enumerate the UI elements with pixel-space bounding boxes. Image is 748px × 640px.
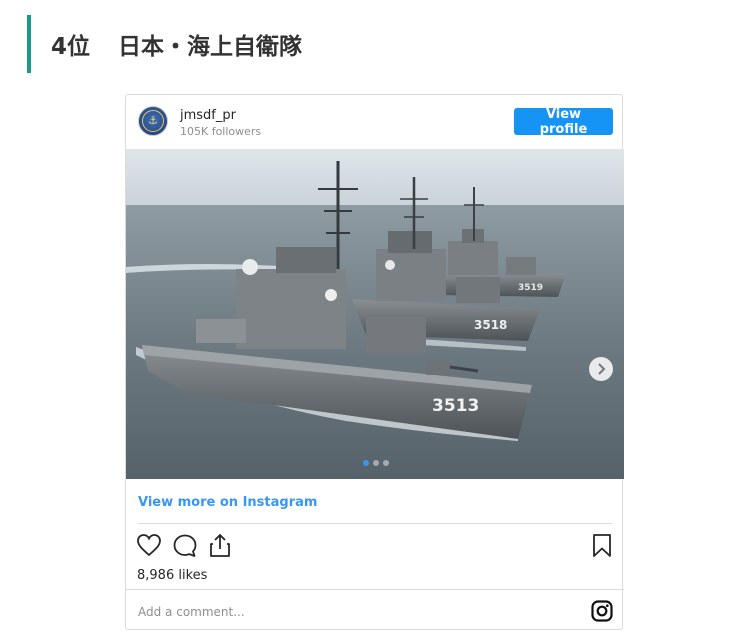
hull-number: 3518: [474, 318, 507, 332]
chevron-right-icon: [598, 363, 606, 375]
instagram-icon: [591, 600, 613, 622]
section-title: 日本・海上自衛隊: [118, 34, 303, 60]
follower-count: 105K followers: [180, 125, 262, 138]
view-more-link[interactable]: View more on Instagram: [138, 495, 317, 510]
bookmark-icon: [593, 534, 611, 557]
comment-button[interactable]: [172, 533, 198, 563]
divider: [138, 523, 612, 524]
carousel-dot: [363, 460, 369, 466]
carousel-next-button[interactable]: [589, 357, 613, 381]
embed-header: ⚓ jmsdf_pr 105K followers View profile: [126, 95, 622, 149]
like-count: 8,986 likes: [137, 568, 208, 583]
rank-label: 4位: [51, 34, 91, 60]
view-profile-button[interactable]: View profile: [514, 107, 613, 137]
divider: [126, 589, 624, 590]
post-photo[interactable]: 3519 3518 3513: [126, 149, 624, 479]
username[interactable]: jmsdf_pr: [180, 108, 236, 123]
instagram-logo-button[interactable]: [591, 600, 613, 626]
comment-icon: [173, 534, 197, 557]
carousel-dot: [373, 460, 379, 466]
comment-input[interactable]: [136, 601, 540, 623]
section-heading: 4位 日本・海上自衛隊: [27, 15, 302, 73]
warship-photo: 3519 3518 3513: [126, 149, 624, 479]
anchor-icon: ⚓: [148, 114, 158, 127]
hull-number: 3513: [432, 396, 479, 416]
heart-icon: [137, 534, 161, 557]
carousel-indicator: [363, 460, 389, 466]
save-button[interactable]: [592, 533, 612, 563]
share-icon: [210, 534, 230, 557]
hull-number: 3519: [518, 283, 543, 293]
sky: [126, 149, 624, 205]
avatar[interactable]: ⚓: [138, 106, 168, 136]
share-button[interactable]: [208, 532, 232, 562]
carousel-dot: [383, 460, 389, 466]
instagram-embed: ⚓ jmsdf_pr 105K followers View profile 3…: [125, 94, 624, 630]
like-button[interactable]: [136, 533, 162, 561]
